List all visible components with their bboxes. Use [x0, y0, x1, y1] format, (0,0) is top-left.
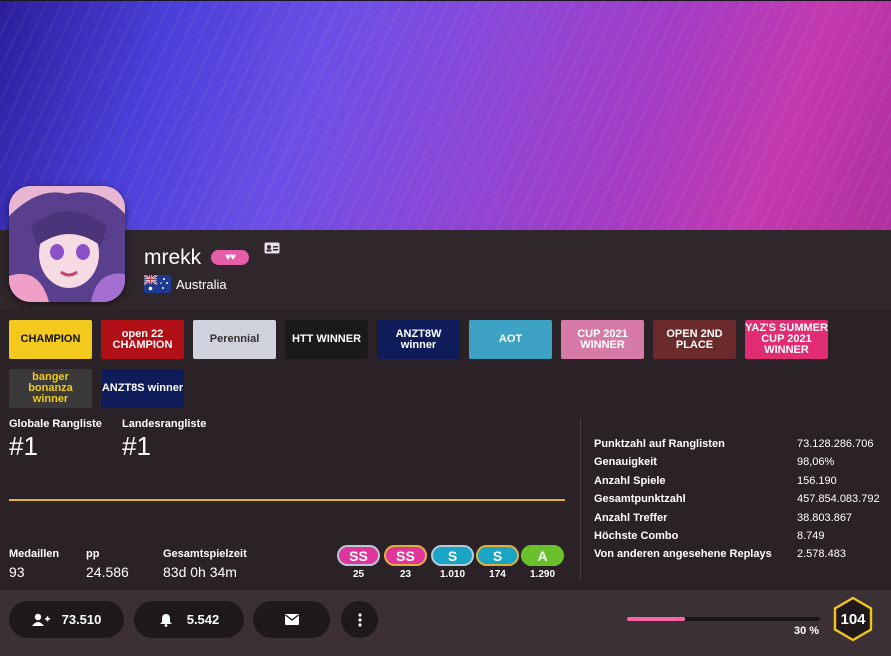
australia-flag-icon[interactable]: [144, 275, 171, 293]
badge-text: YAZ'S SUMMER CUP 2021 WINNER: [745, 322, 828, 356]
badge-text: banger bonanza winner: [28, 371, 73, 405]
followers-count: 73.510: [61, 612, 102, 627]
badge-text: HTT WINNER: [291, 333, 362, 345]
global-rank-label: Globale Rangliste: [9, 418, 102, 430]
badge-anzt8w[interactable]: ANZT8W winner: [377, 320, 460, 359]
badge-anzt8s[interactable]: ANZT8S winner: [101, 369, 184, 408]
stat-value: 457.854.083.792: [797, 493, 880, 505]
stat-label: Höchste Combo: [594, 530, 679, 542]
grade-badge-s: S: [431, 545, 474, 566]
global-rank-value: #1: [9, 431, 38, 461]
stat-label: Anzahl Spiele: [594, 475, 666, 487]
badge-text: ANZT8S winner: [101, 382, 184, 394]
heart-icon: ♥♥: [225, 252, 236, 263]
message-button[interactable]: [253, 601, 330, 638]
country-name[interactable]: Australia: [176, 277, 227, 292]
badge-banger-bonanza[interactable]: banger bonanza winner: [9, 369, 92, 408]
country-rank-value: #1: [122, 431, 151, 461]
subscribe-button[interactable]: 5.542: [134, 601, 244, 638]
stat-value: 98,06%: [797, 456, 835, 468]
grade-badge-ss: SS: [384, 545, 427, 566]
badge-text: CUP 2021 WINNER: [577, 327, 628, 351]
grade-count: 1.290: [529, 569, 556, 580]
playtime-value: 83d 0h 34m: [163, 564, 237, 580]
stat-value: 38.803.867: [797, 512, 853, 524]
stat-value: 156.190: [797, 475, 837, 487]
badge-text: open 22 CHAMPION: [112, 327, 173, 351]
level-value: 104: [840, 611, 866, 628]
pp-label: pp: [86, 548, 100, 560]
badge-text: CHAMPION: [20, 333, 81, 345]
grade-badge-s: S: [476, 545, 519, 566]
badge-perennial[interactable]: Perennial: [193, 320, 276, 359]
avatar-image: [9, 186, 125, 302]
stat-label: Gesamtpunktzahl: [594, 493, 686, 505]
envelope-icon: [284, 614, 299, 625]
pp-value: 24.586: [86, 564, 129, 580]
rank-history-line[interactable]: [9, 499, 565, 501]
badge-open22-champion[interactable]: open 22 CHAMPION: [101, 320, 184, 359]
badge-text: AOT: [498, 333, 523, 345]
grade-count: 25: [352, 569, 365, 580]
badge-text: Perennial: [209, 333, 260, 345]
stat-value: 2.578.483: [797, 548, 846, 560]
avatar[interactable]: [9, 186, 125, 302]
medals-value: 93: [9, 564, 25, 580]
supporter-tag[interactable]: ♥♥: [211, 250, 249, 265]
level-progress-bar: [627, 617, 820, 621]
profile-cover-image: [0, 0, 891, 230]
stat-label: Anzahl Treffer: [594, 512, 668, 524]
subscribers-count: 5.542: [186, 612, 220, 627]
stat-label: Punktzahl auf Ranglisten: [594, 438, 725, 450]
profile-header: [0, 230, 891, 310]
country-rank-label: Landesrangliste: [122, 418, 207, 430]
stat-label: Genauigkeit: [594, 456, 657, 468]
badge-yaz-summer-cup[interactable]: YAZ'S SUMMER CUP 2021 WINNER: [745, 320, 828, 359]
username: mrekk: [144, 246, 202, 269]
badge-htt-winner[interactable]: HTT WINNER: [285, 320, 368, 359]
badge-text: ANZT8W winner: [395, 327, 442, 351]
add-friend-icon: [31, 613, 50, 626]
badge-ujcup-2021[interactable]: CUP 2021 WINNER: [561, 320, 644, 359]
grade-count: 1.010: [439, 569, 466, 580]
grade-count: 174: [489, 569, 506, 580]
followers-button[interactable]: 73.510: [9, 601, 124, 638]
badge-text: OPEN 2ND PLACE: [666, 327, 723, 351]
badge-open-2nd[interactable]: OPEN 2ND PLACE: [653, 320, 736, 359]
level-progress-label: 30 %: [794, 625, 820, 637]
level-progress-fill: [627, 617, 685, 621]
badge-champion[interactable]: CHAMPION: [9, 320, 92, 359]
user-card-icon[interactable]: [264, 242, 280, 254]
more-options-button[interactable]: [341, 601, 378, 638]
badge-aot[interactable]: AOT: [469, 320, 552, 359]
medals-label: Medaillen: [9, 548, 60, 560]
stat-value: 73.128.286.706: [797, 438, 874, 450]
more-vertical-icon: [357, 612, 362, 627]
playtime-label: Gesamtspielzeit: [163, 548, 247, 560]
grade-badge-a: A: [521, 545, 564, 566]
bell-icon: [159, 613, 172, 627]
stat-label: Von anderen angesehene Replays: [594, 548, 772, 560]
grade-count: 23: [399, 569, 412, 580]
stat-value: 8.749: [797, 530, 825, 542]
grade-badge-ss: SS: [337, 545, 380, 566]
stats-divider: [580, 418, 581, 580]
